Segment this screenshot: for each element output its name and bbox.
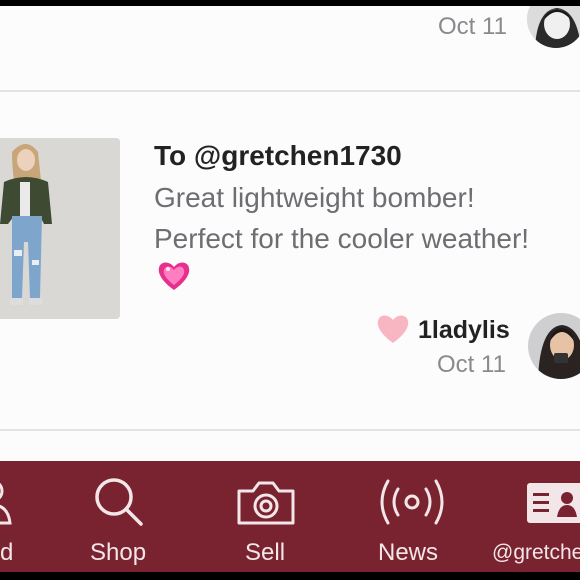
feed-divider [0,90,580,92]
tab-news[interactable]: News [376,461,448,572]
tab-label-profile: @gretchen [492,541,580,564]
person-icon [0,477,14,530]
tab-label-sell: Sell [245,539,286,566]
like-heart-icon[interactable] [375,312,411,351]
user-avatar[interactable] [528,313,580,379]
tab-label-news: News [378,539,439,566]
tab-profile[interactable]: @gretchen [490,461,580,572]
listing-photo[interactable] [0,138,120,319]
bottom-tab-bar: d Shop Sell News @gretche [0,461,580,572]
tab-label-shop: Shop [90,539,147,566]
app-screen: Oct 11 To @gretchen1730 Great lightweigh… [0,6,580,572]
feed-divider-bottom [0,429,580,431]
tab-shop[interactable]: Shop [86,461,156,572]
prev-item-date: Oct 11 [438,13,507,40]
tab-feed[interactable]: d [0,461,40,572]
recipient-line[interactable]: To @gretchen1730 [154,140,402,172]
tab-label-feed: d [0,539,14,566]
sparkling-heart-icon [156,259,192,298]
search-icon [94,477,144,534]
prev-item-avatar[interactable] [527,6,580,48]
message-line-1: Great lightweight bomber! [154,182,475,213]
camera-icon [235,477,297,532]
item-date: Oct 11 [437,351,506,378]
broadcast-icon [378,477,446,532]
liker-username[interactable]: 1ladylis [418,316,510,345]
profile-card-icon [527,483,580,528]
message-line-2: Perfect for the cooler weather! [154,223,530,254]
tab-sell[interactable]: Sell [234,461,298,572]
